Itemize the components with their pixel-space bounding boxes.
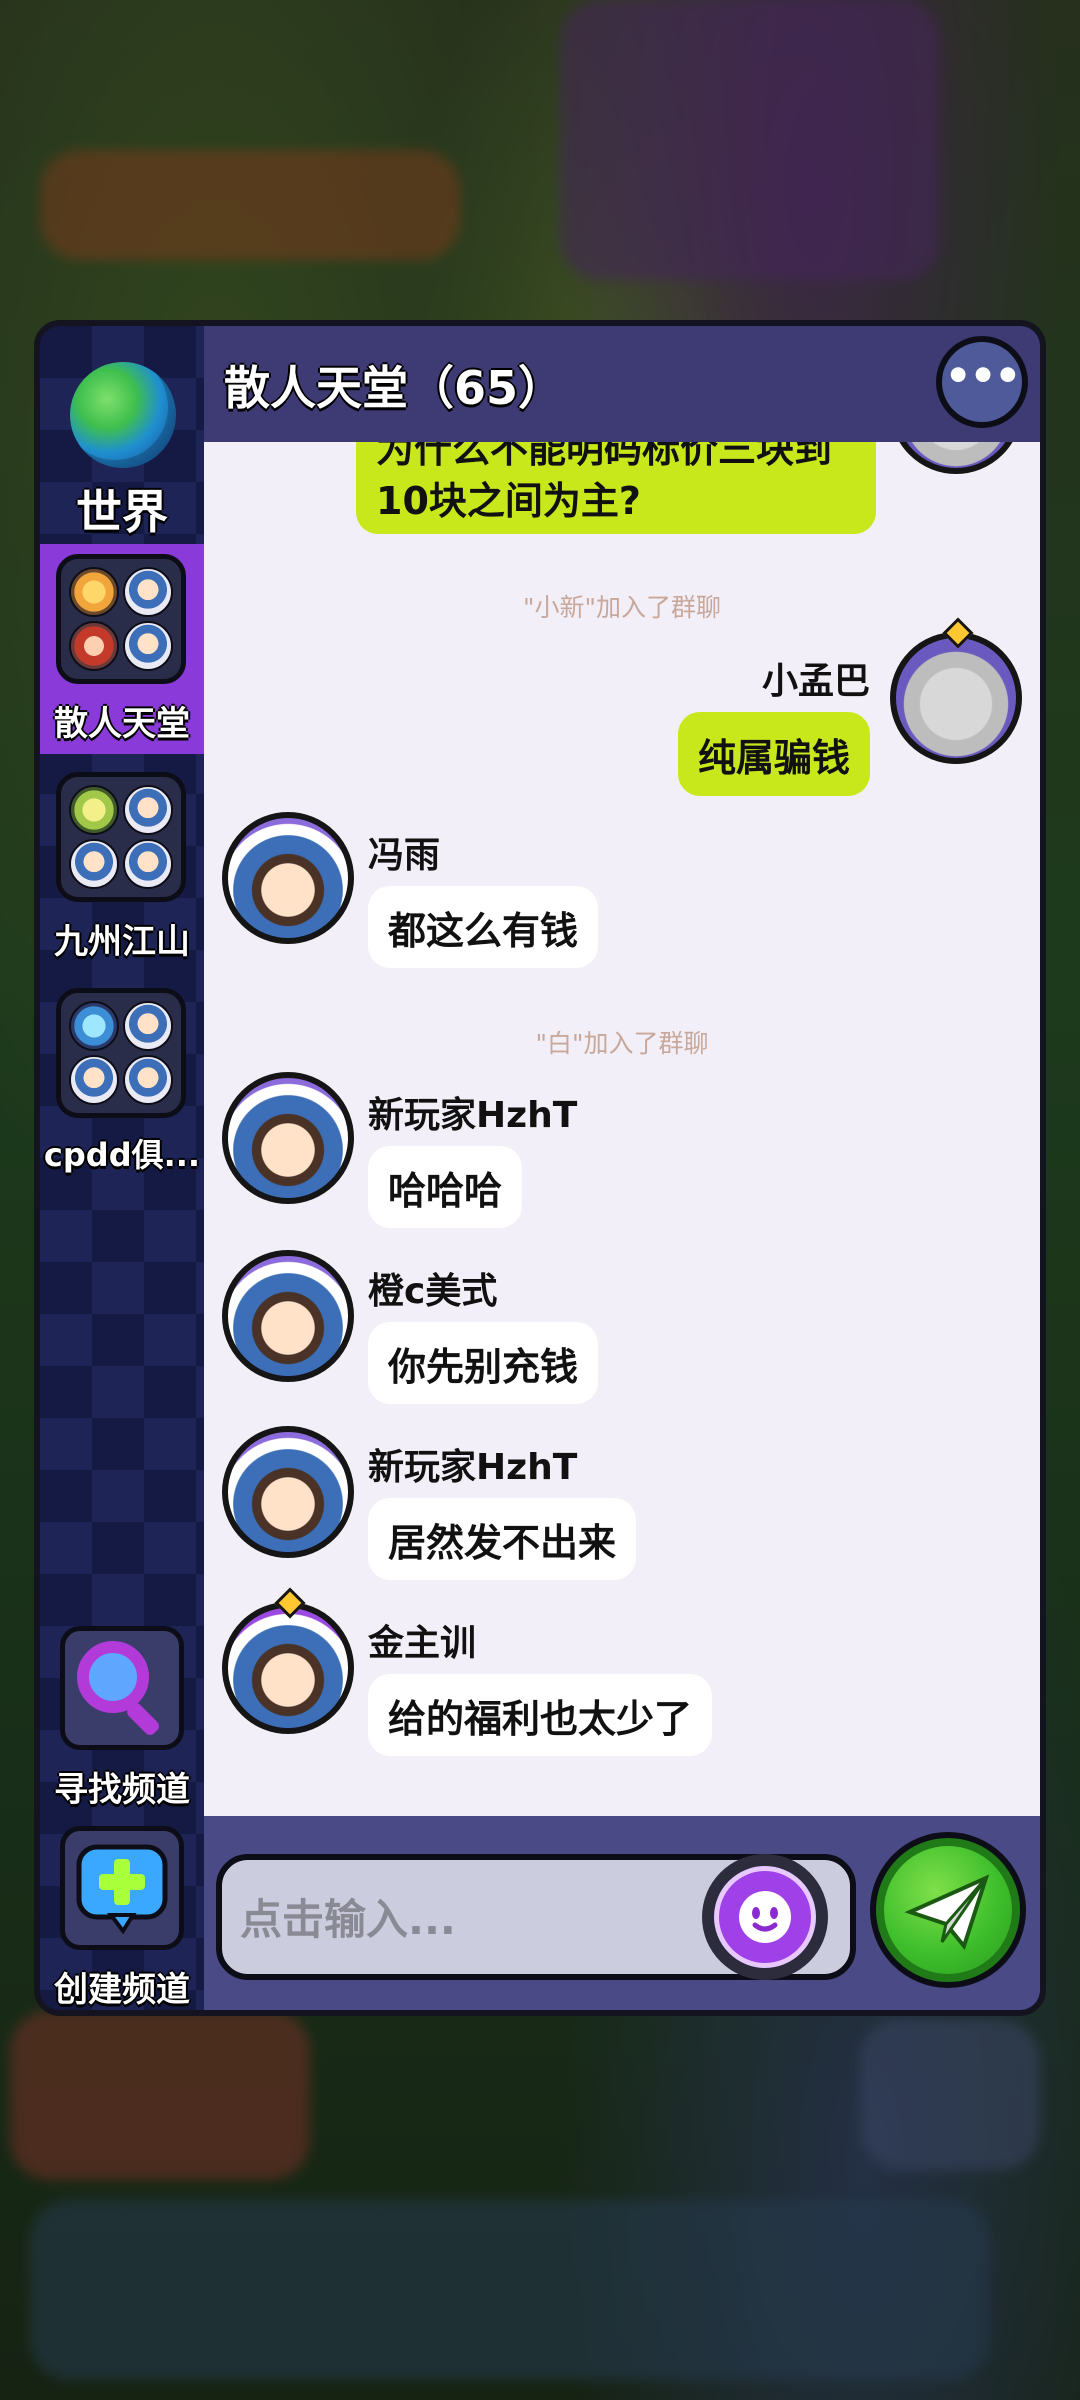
message-bubble-other: 你先别充钱 [368,1322,599,1404]
channel-item-cpdd[interactable]: cpdd俱... [40,978,204,1188]
message-bubble-other: 给的福利也太少了 [368,1674,713,1756]
paper-plane-icon [884,1846,1012,1974]
find-channel-label: 寻找频道 [54,1770,190,1810]
message-text: 纯属骗钱 [697,735,850,780]
message-bubble-other: 都这么有钱 [368,886,599,968]
find-channel-button[interactable]: 寻找频道 [40,1626,204,1816]
create-channel-button[interactable]: 创建频道 [40,1826,204,2010]
message-bubble-mine: 为什么不能明码标价三块到 10块之间为主? [356,442,876,534]
add-chat-icon [60,1826,184,1950]
world-label[interactable]: 世界 [40,476,204,542]
emoji-button[interactable] [702,1854,828,1980]
channel-label: 散人天堂 [54,704,190,744]
message-input[interactable] [238,1878,712,1960]
channel-label: cpdd俱... [43,1136,201,1174]
channel-group-icon [56,772,186,902]
world-globe-icon[interactable] [70,362,176,468]
channel-item-sanren[interactable]: 散人天堂 [40,544,204,754]
chat-header: 散人天堂（65） ••• [204,326,1040,442]
channel-group-icon [56,988,186,1118]
message-text: 10块之间为主? [376,479,641,523]
sender-name: 小孟巴 [761,661,870,702]
send-button[interactable] [870,1832,1026,1988]
input-bar [204,1816,1040,2010]
sender-name: 冯雨 [368,835,441,876]
avatar[interactable] [890,442,1022,474]
sender-name: 新玩家HzhT [368,1095,578,1136]
smiley-icon [714,1866,816,1968]
channel-group-icon [56,554,186,684]
sender-name: 橙c美式 [368,1271,498,1312]
message-bubble-other: 哈哈哈 [368,1146,523,1228]
sender-name: 新玩家HzhT [368,1447,578,1488]
avatar[interactable] [222,1602,354,1734]
channel-label: 九州江山 [54,922,190,962]
avatar[interactable] [222,1072,354,1204]
avatar[interactable] [222,1250,354,1382]
message-text: 给的福利也太少了 [388,1696,693,1741]
message-text: 都这么有钱 [388,908,579,953]
system-notice: "白"加入了群聊 [535,1029,709,1058]
message-bubble-other: 居然发不出来 [368,1498,637,1580]
create-channel-label: 创建频道 [54,1970,190,2010]
chat-dialog: 世界 散人天堂 九州江山 cpdd俱... 寻找频道 创建频道 散人天堂（65）… [34,320,1046,2016]
channel-title: 散人天堂（65） [224,361,565,415]
avatar[interactable] [222,1426,354,1558]
message-text: 居然发不出来 [388,1520,617,1565]
message-text: 你先别充钱 [388,1344,579,1389]
message-text: 为什么不能明码标价三块到 [376,442,833,471]
message-text: 哈哈哈 [388,1168,503,1213]
avatar[interactable] [890,632,1022,764]
message-bubble-mine: 纯属骗钱 [677,712,870,796]
message-list[interactable]: 为什么不能明码标价三块到 10块之间为主? "小新"加入了群聊 小孟巴 纯属骗钱… [204,442,1040,1816]
channel-item-jiuzhou[interactable]: 九州江山 [40,762,204,972]
magnifier-icon [60,1626,184,1750]
system-notice: "小新"加入了群聊 [523,593,721,622]
avatar[interactable] [222,812,354,944]
sender-name: 金主训 [368,1623,477,1664]
more-options-button[interactable]: ••• [936,336,1028,428]
ellipsis-icon: ••• [944,351,1022,400]
channel-sidebar: 世界 散人天堂 九州江山 cpdd俱... 寻找频道 创建频道 [40,326,204,2010]
